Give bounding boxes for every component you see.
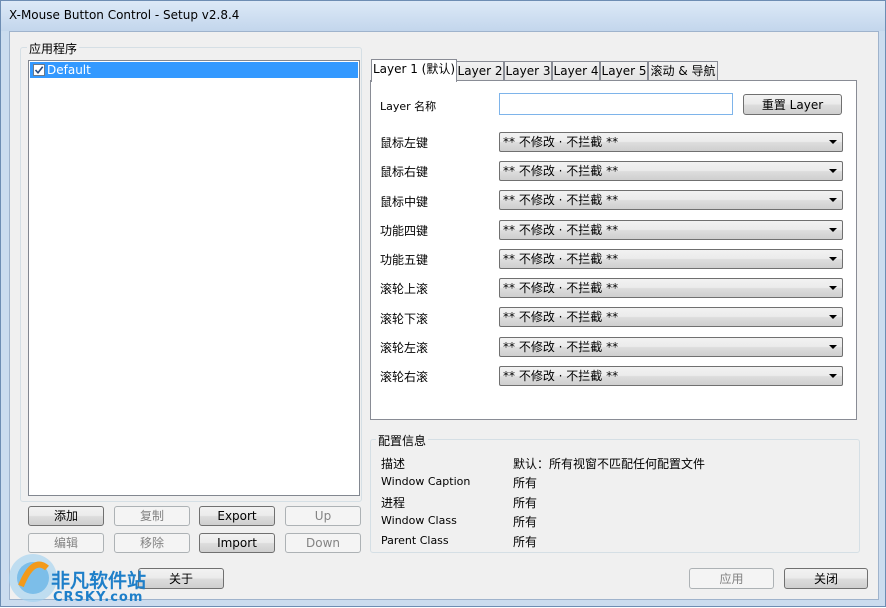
button-4-label: 功能四键: [380, 224, 429, 238]
mouse-left-label: 鼠标左键: [380, 136, 429, 150]
profile-info-title: 配置信息: [376, 432, 429, 449]
wheel-left-select[interactable]: ** 不修改 · 不拦截 **: [499, 337, 843, 357]
button-5-value: ** 不修改 · 不拦截 **: [503, 252, 619, 266]
window-caption-value: 所有: [513, 476, 538, 490]
applications-group-title: 应用程序: [27, 40, 80, 57]
wheel-right-value: ** 不修改 · 不拦截 **: [503, 369, 619, 383]
wheel-down-value: ** 不修改 · 不拦截 **: [503, 310, 619, 324]
mouse-middle-select[interactable]: ** 不修改 · 不拦截 **: [499, 190, 843, 210]
watermark-text: 非凡软件站: [51, 570, 147, 592]
import-button[interactable]: Import: [199, 533, 275, 553]
wheel-down-label: 滚轮下滚: [380, 312, 429, 326]
window-class-value: 所有: [513, 515, 538, 529]
tab-scroll-navigation[interactable]: 滚动 & 导航: [648, 61, 718, 81]
wheel-up-label: 滚轮上滚: [380, 282, 429, 296]
chevron-down-icon: [829, 228, 837, 232]
chevron-down-icon: [829, 169, 837, 173]
button-4-select[interactable]: ** 不修改 · 不拦截 **: [499, 220, 843, 240]
button-5-label: 功能五键: [380, 253, 429, 267]
wheel-left-value: ** 不修改 · 不拦截 **: [503, 340, 619, 354]
tab-layer-4[interactable]: Layer 4: [552, 61, 600, 81]
mouse-left-select[interactable]: ** 不修改 · 不拦截 **: [499, 132, 843, 152]
checkbox-icon[interactable]: [33, 63, 45, 76]
title-bar[interactable]: X-Mouse Button Control - Setup v2.8.4: [1, 1, 885, 31]
down-button[interactable]: Down: [285, 533, 361, 553]
wheel-right-label: 滚轮右滚: [380, 370, 429, 384]
parent-class-label: Parent Class: [381, 534, 449, 547]
tab-layer-1[interactable]: Layer 1 (默认): [371, 59, 457, 82]
layer-name-input[interactable]: [499, 93, 733, 115]
app-window: X-Mouse Button Control - Setup v2.8.4 应用…: [0, 0, 886, 607]
profile-description-label: 描述: [381, 457, 406, 471]
up-button[interactable]: Up: [285, 506, 361, 526]
reset-layer-button[interactable]: 重置 Layer: [743, 94, 842, 115]
parent-class-value: 所有: [513, 535, 538, 549]
wheel-down-select[interactable]: ** 不修改 · 不拦截 **: [499, 307, 843, 327]
chevron-down-icon: [829, 315, 837, 319]
button-5-select[interactable]: ** 不修改 · 不拦截 **: [499, 249, 843, 269]
window-class-label: Window Class: [381, 514, 457, 527]
applications-list[interactable]: Default: [28, 60, 360, 496]
button-4-value: ** 不修改 · 不拦截 **: [503, 223, 619, 237]
chevron-down-icon: [829, 198, 837, 202]
mouse-middle-value: ** 不修改 · 不拦截 **: [503, 193, 619, 207]
tab-layer-3[interactable]: Layer 3: [504, 61, 552, 81]
list-item-label: Default: [47, 63, 91, 77]
wheel-left-label: 滚轮左滚: [380, 341, 429, 355]
wheel-right-select[interactable]: ** 不修改 · 不拦截 **: [499, 366, 843, 386]
layer-panel: Layer 名称 重置 Layer 鼠标左键 ** 不修改 · 不拦截 ** 鼠…: [370, 80, 857, 420]
wheel-up-value: ** 不修改 · 不拦截 **: [503, 281, 619, 295]
mouse-right-value: ** 不修改 · 不拦截 **: [503, 164, 619, 178]
mouse-right-select[interactable]: ** 不修改 · 不拦截 **: [499, 161, 843, 181]
export-button[interactable]: Export: [199, 506, 275, 526]
window-title: X-Mouse Button Control - Setup v2.8.4: [9, 8, 240, 22]
chevron-down-icon: [829, 286, 837, 290]
chevron-down-icon: [829, 374, 837, 378]
chevron-down-icon: [829, 140, 837, 144]
add-button[interactable]: 添加: [28, 506, 104, 526]
copy-button[interactable]: 复制: [114, 506, 190, 526]
mouse-right-label: 鼠标右键: [380, 165, 429, 179]
chevron-down-icon: [829, 345, 837, 349]
process-label: 进程: [381, 496, 406, 510]
mouse-middle-label: 鼠标中键: [380, 195, 429, 209]
client-area: 应用程序 Default 添加 复制 Export Up 编辑 移除 Impor…: [9, 31, 879, 600]
watermark-subtext: CRSKY.com: [53, 590, 144, 605]
list-item[interactable]: Default: [30, 62, 358, 78]
wheel-up-select[interactable]: ** 不修改 · 不拦截 **: [499, 278, 843, 298]
profile-description-value: 默认：所有视窗不匹配任何配置文件: [513, 457, 706, 471]
tab-layer-2[interactable]: Layer 2: [456, 61, 504, 81]
close-button[interactable]: 关闭: [784, 568, 868, 589]
window-caption-label: Window Caption: [381, 475, 471, 488]
mouse-left-value: ** 不修改 · 不拦截 **: [503, 135, 619, 149]
process-value: 所有: [513, 496, 538, 510]
chevron-down-icon: [829, 257, 837, 261]
crsky-watermark: 非凡软件站 CRSKY.com: [1, 546, 171, 608]
apply-button[interactable]: 应用: [689, 568, 774, 589]
tab-layer-5[interactable]: Layer 5: [600, 61, 648, 81]
layer-name-label: Layer 名称: [380, 100, 437, 113]
